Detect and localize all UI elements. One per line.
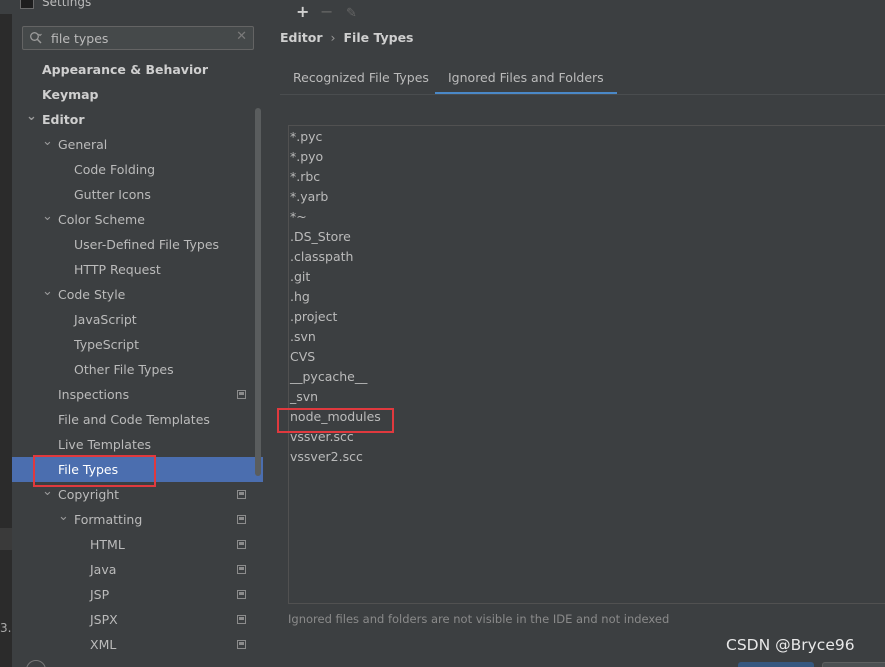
- clear-search-icon[interactable]: ✕: [236, 29, 247, 44]
- annotation-highlight-node-modules: [277, 408, 394, 433]
- sidebar-item-code-folding[interactable]: Code Folding: [12, 157, 263, 182]
- sidebar-item-jsp[interactable]: JSP: [12, 582, 263, 607]
- add-pattern-button[interactable]: +: [296, 2, 309, 22]
- breadcrumb-parent[interactable]: Editor: [280, 30, 323, 45]
- sidebar-item-code-style[interactable]: ⌄ Code Style: [12, 282, 263, 307]
- sidebar-item-general[interactable]: ⌄ General: [12, 132, 263, 157]
- pattern-row[interactable]: .classpath: [290, 247, 353, 267]
- sidebar-item-label: Other File Types: [74, 362, 174, 377]
- search-box[interactable]: ✕: [22, 26, 254, 50]
- pattern-row[interactable]: *.pyc: [290, 127, 322, 147]
- sidebar-item-keymap[interactable]: Keymap: [12, 82, 263, 107]
- breadcrumb-current: File Types: [343, 30, 414, 45]
- sidebar-item-label: XML: [90, 637, 117, 652]
- title-bar: Settings: [0, 0, 885, 14]
- sidebar-item-label: Color Scheme: [58, 212, 145, 227]
- pattern-row[interactable]: CVS: [290, 347, 315, 367]
- project-scope-icon: [237, 390, 246, 399]
- sidebar-item-label: Appearance & Behavior: [42, 62, 208, 77]
- sidebar-item-label: Gutter Icons: [74, 187, 151, 202]
- sidebar-item-appearance-behavior[interactable]: Appearance & Behavior: [12, 57, 263, 82]
- sidebar-item-formatting[interactable]: ⌄ Formatting: [12, 507, 263, 532]
- pattern-row[interactable]: *.yarb: [290, 187, 328, 207]
- ignored-patterns-list[interactable]: [288, 101, 885, 604]
- sidebar-item-label: JSP: [90, 587, 110, 602]
- sidebar-item-file-and-code-templates[interactable]: File and Code Templates: [12, 407, 263, 432]
- pattern-row[interactable]: *.rbc: [290, 167, 320, 187]
- project-scope-icon: [237, 615, 246, 624]
- search-icon: [30, 32, 42, 44]
- project-scope-icon: [237, 540, 246, 549]
- chevron-down-icon[interactable]: ⌄: [26, 104, 37, 129]
- sidebar-item-label: JavaScript: [74, 312, 137, 327]
- breadcrumb: Editor › File Types: [280, 30, 414, 45]
- chevron-down-icon[interactable]: ⌄: [42, 279, 53, 304]
- sidebar-item-label: JSPX: [90, 612, 118, 627]
- project-scope-icon: [237, 590, 246, 599]
- tab-ignored-files-and-folders[interactable]: Ignored Files and Folders: [435, 66, 617, 95]
- left-edge-strip: [0, 528, 12, 550]
- window-title: Settings: [42, 0, 92, 9]
- app-icon: [20, 0, 34, 9]
- pattern-row[interactable]: _svn: [290, 387, 318, 407]
- tab-label: Ignored Files and Folders: [448, 70, 604, 85]
- project-scope-icon: [237, 565, 246, 574]
- pattern-row[interactable]: .DS_Store: [290, 227, 351, 247]
- hint-text: Ignored files and folders are not visibl…: [288, 612, 670, 626]
- tabs-divider: [280, 94, 885, 95]
- sidebar-item-html[interactable]: HTML: [12, 532, 263, 557]
- pattern-row[interactable]: .hg: [290, 287, 310, 307]
- ok-button[interactable]: [738, 662, 814, 667]
- tab-label: Recognized File Types: [293, 70, 429, 85]
- sidebar-item-javascript[interactable]: JavaScript: [12, 307, 263, 332]
- list-toolbar: [288, 101, 885, 126]
- project-scope-icon: [237, 515, 246, 524]
- left-edge-background: [0, 14, 12, 667]
- left-edge-text: 3.: [0, 621, 12, 635]
- sidebar-item-label: User-Defined File Types: [74, 237, 220, 252]
- sidebar-scrollbar[interactable]: [255, 108, 261, 476]
- pattern-row[interactable]: .git: [290, 267, 310, 287]
- sidebar-item-java[interactable]: Java: [12, 557, 263, 582]
- sidebar-item-inspections[interactable]: Inspections: [12, 382, 263, 407]
- sidebar-item-label: HTML: [90, 537, 125, 552]
- sidebar-item-label: Code Folding: [74, 162, 156, 177]
- pattern-row[interactable]: __pycache__: [290, 367, 367, 387]
- sidebar-item-label: Inspections: [58, 387, 130, 402]
- watermark: CSDN @Bryce96: [726, 636, 855, 654]
- edit-pattern-button[interactable]: ✎: [346, 4, 357, 24]
- sidebar-item-label: TypeScript: [74, 337, 139, 352]
- sidebar-item-jspx[interactable]: JSPX: [12, 607, 263, 632]
- chevron-down-icon[interactable]: ⌄: [58, 504, 69, 529]
- pattern-row[interactable]: vssver2.scc: [290, 447, 363, 467]
- chevron-down-icon[interactable]: ⌄: [42, 204, 53, 229]
- sidebar-item-other-file-types[interactable]: Other File Types: [12, 357, 263, 382]
- sidebar-item-xml[interactable]: XML: [12, 632, 263, 657]
- remove-pattern-button[interactable]: −: [320, 2, 333, 22]
- sidebar-item-typescript[interactable]: TypeScript: [12, 332, 263, 357]
- project-scope-icon: [237, 490, 246, 499]
- annotation-highlight-file-types: [33, 455, 156, 487]
- pattern-row[interactable]: *~: [290, 207, 307, 227]
- sidebar-item-label: HTTP Request: [74, 262, 161, 277]
- sidebar-item-label: Code Style: [58, 287, 126, 302]
- sidebar-item-label: Java: [90, 562, 117, 577]
- pattern-row[interactable]: .project: [290, 307, 337, 327]
- tab-recognized-file-types[interactable]: Recognized File Types: [280, 66, 442, 95]
- cancel-button[interactable]: [822, 662, 885, 667]
- sidebar-item-live-templates[interactable]: Live Templates: [12, 432, 263, 457]
- sidebar-item-label: Keymap: [42, 87, 99, 102]
- sidebar-item-user-defined-file-types[interactable]: User-Defined File Types: [12, 232, 263, 257]
- search-input[interactable]: [51, 29, 231, 47]
- breadcrumb-separator: ›: [330, 30, 336, 45]
- pattern-row[interactable]: *.pyo: [290, 147, 323, 167]
- sidebar-item-label: Formatting: [74, 512, 143, 527]
- project-scope-icon: [237, 640, 246, 649]
- chevron-down-icon[interactable]: ⌄: [42, 129, 53, 154]
- sidebar-item-color-scheme[interactable]: ⌄ Color Scheme: [12, 207, 263, 232]
- sidebar-item-label: Live Templates: [58, 437, 152, 452]
- sidebar-item-label: General: [58, 137, 108, 152]
- pattern-row[interactable]: .svn: [290, 327, 316, 347]
- sidebar-item-label: File and Code Templates: [58, 412, 210, 427]
